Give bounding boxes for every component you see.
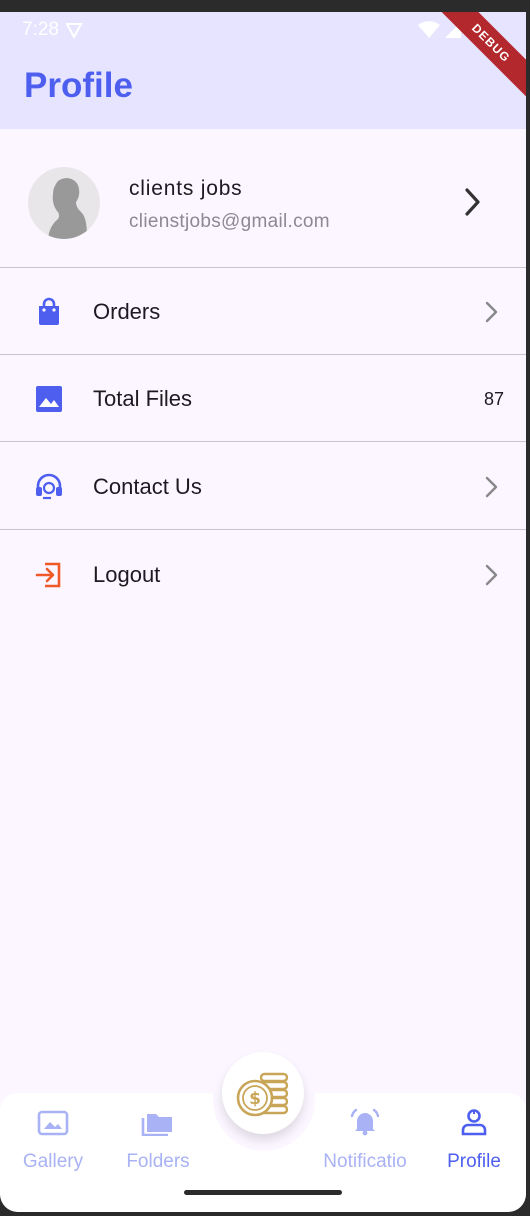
page-title: Profile [24, 66, 133, 105]
phone-screen: 7:28 DEBUG Profile clients jobs clienstj… [0, 12, 526, 1212]
nav-label-folders: Folders [126, 1151, 190, 1172]
profile-email: clienstjobs@gmail.com [129, 211, 330, 232]
person-silhouette-icon [48, 178, 87, 239]
nav-label-gallery: Gallery [22, 1151, 84, 1172]
nav-item-profile[interactable]: Profile [424, 1108, 524, 1173]
menu-label-contact-us: Contact Us [93, 474, 202, 499]
image-icon [36, 386, 62, 412]
svg-text:$: $ [249, 1089, 261, 1109]
app-bar: 7:28 DEBUG Profile [0, 12, 526, 129]
nav-label-notifications: Notificatio [323, 1151, 407, 1172]
avatar [28, 167, 100, 239]
menu-item-total-files[interactable]: Total Files 87 [0, 355, 526, 442]
logout-icon [35, 562, 61, 588]
coins-icon: $ [236, 1072, 289, 1117]
wifi-icon [418, 21, 440, 38]
bell-icon [350, 1108, 380, 1136]
headset-icon [36, 473, 62, 500]
profile-name: clients jobs [129, 177, 243, 200]
coins-fab-button[interactable]: $ [222, 1052, 304, 1134]
nav-label-profile: Profile [447, 1151, 501, 1172]
total-files-count: 87 [483, 389, 504, 409]
app-shield-icon [65, 23, 83, 39]
menu-item-logout[interactable]: Logout [0, 531, 526, 617]
chevron-right-icon [485, 476, 498, 498]
menu-label-total-files: Total Files [93, 386, 193, 411]
home-indicator[interactable] [184, 1190, 342, 1195]
profile-card[interactable]: clients jobs clienstjobs@gmail.com [0, 129, 526, 268]
menu-label-orders: Orders [93, 299, 161, 324]
chevron-right-icon[interactable] [458, 187, 488, 217]
menu-label-logout: Logout [93, 562, 161, 587]
nav-item-gallery[interactable]: Gallery [3, 1108, 103, 1173]
folders-icon [141, 1114, 172, 1137]
nav-item-folders[interactable]: Folders [108, 1108, 208, 1173]
nav-item-notifications[interactable]: Notificatio [315, 1108, 415, 1173]
shopping-bag-icon [39, 297, 59, 325]
profile-icon [461, 1109, 487, 1136]
chevron-right-icon [485, 564, 498, 586]
menu-item-orders[interactable]: Orders [0, 268, 526, 355]
chevron-right-icon [485, 301, 498, 323]
gallery-icon [37, 1110, 69, 1136]
status-time: 7:28 [22, 19, 59, 40]
status-bar: 7:28 [22, 19, 478, 41]
menu-item-contact-us[interactable]: Contact Us [0, 443, 526, 530]
